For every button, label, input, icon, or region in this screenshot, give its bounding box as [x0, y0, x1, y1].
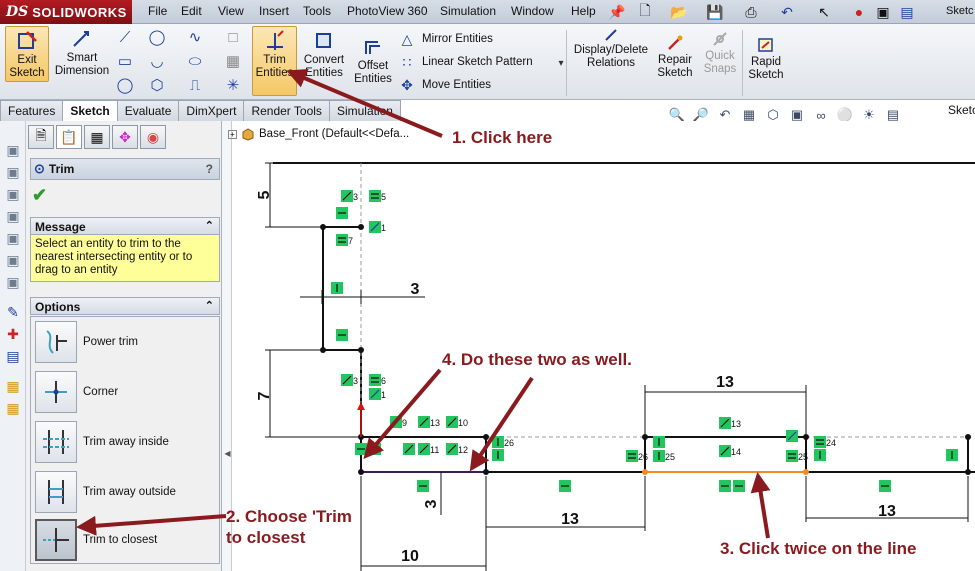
sketch-point[interactable]: [965, 434, 971, 440]
relation-glyph[interactable]: [786, 450, 798, 462]
relation-glyph[interactable]: [719, 445, 731, 457]
relation-glyph[interactable]: [417, 480, 429, 492]
relation-glyph[interactable]: [492, 449, 504, 461]
relation-number: 26: [504, 438, 514, 448]
relation-glyph[interactable]: [336, 207, 348, 219]
relation-number: 7: [348, 236, 353, 246]
sketch-point[interactable]: [320, 347, 326, 353]
callout-step-3: 3. Click twice on the line: [720, 539, 917, 558]
relation-number: 11: [430, 445, 439, 455]
relation-number: 13: [430, 418, 440, 428]
sketch-canvas: 3 5 1 7 3 6 1 9 13 10 11 12 26 26 25 13 …: [76, 68, 975, 571]
relation-glyph[interactable]: [719, 480, 731, 492]
sketch-point[interactable]: [358, 224, 364, 230]
dimension-value[interactable]: 13: [716, 374, 734, 391]
dimension-value[interactable]: 13: [561, 511, 579, 528]
relation-glyph[interactable]: [418, 443, 430, 455]
sketch-origin: [357, 402, 365, 437]
relation-glyph[interactable]: [653, 436, 665, 448]
relation-glyph[interactable]: [559, 480, 571, 492]
sketch-point[interactable]: [803, 469, 809, 475]
sketch-point[interactable]: [483, 469, 489, 475]
callout-step-4: 4. Do these two as well.: [442, 350, 632, 369]
relation-glyph[interactable]: [369, 190, 381, 202]
relation-glyph[interactable]: [331, 282, 343, 294]
dimension-value[interactable]: 13: [878, 503, 896, 520]
relation-number: 6: [381, 376, 386, 386]
relation-glyph[interactable]: [446, 416, 458, 428]
sketch-point[interactable]: [965, 469, 971, 475]
relation-glyph[interactable]: [403, 443, 415, 455]
relation-number: 14: [731, 447, 741, 457]
relation-glyph[interactable]: [336, 234, 348, 246]
relation-number: 12: [458, 445, 468, 455]
relation-glyph[interactable]: [369, 221, 381, 233]
relation-glyph[interactable]: [879, 480, 891, 492]
relation-glyph[interactable]: [814, 449, 826, 461]
relation-glyph[interactable]: [369, 374, 381, 386]
sketch-point[interactable]: [642, 434, 648, 440]
relation-glyph[interactable]: [719, 417, 731, 429]
relation-glyph[interactable]: [626, 450, 638, 462]
relation-number: 26: [638, 452, 648, 462]
relation-glyph[interactable]: [946, 449, 958, 461]
relation-glyph[interactable]: [369, 388, 381, 400]
relation-number: 25: [798, 452, 808, 462]
sketch-point[interactable]: [358, 469, 364, 475]
dimension-value[interactable]: 7: [256, 391, 273, 400]
tutorial-arrows: [76, 68, 771, 539]
sketch-profile: [273, 162, 975, 473]
relation-glyph[interactable]: [355, 443, 367, 455]
relation-glyph[interactable]: [653, 450, 665, 462]
callout-step-1: 1. Click here: [452, 128, 553, 147]
relation-number: 1: [381, 390, 386, 400]
relation-number: 24: [826, 438, 836, 448]
relation-number: 5: [381, 192, 386, 202]
relation-glyph[interactable]: [336, 329, 348, 341]
relation-number: 3: [353, 376, 358, 386]
dimension-value[interactable]: 10: [401, 548, 419, 565]
relation-glyph[interactable]: [341, 374, 353, 386]
dimension-value[interactable]: 5: [256, 190, 273, 199]
relation-number: 9: [402, 418, 407, 428]
construction-lines: [360, 163, 968, 438]
relation-number: 13: [731, 419, 741, 429]
relation-glyph[interactable]: [341, 190, 353, 202]
arrow-to-highlighted-line: [750, 472, 771, 539]
sketch-point[interactable]: [358, 347, 364, 353]
sketch-point[interactable]: [642, 469, 648, 475]
relation-glyph[interactable]: [814, 436, 826, 448]
relation-number: 3: [353, 192, 358, 202]
dimension-value[interactable]: 3: [411, 281, 420, 298]
relation-glyph[interactable]: [418, 416, 430, 428]
sketch-point[interactable]: [320, 224, 326, 230]
relation-number: 1: [381, 223, 386, 233]
relation-glyph[interactable]: [446, 443, 458, 455]
arrow-to-trim-to-closest: [76, 514, 227, 536]
sketch-point[interactable]: [803, 434, 809, 440]
relation-glyph[interactable]: [733, 480, 745, 492]
relation-glyph[interactable]: [786, 430, 798, 442]
relation-number: 10: [458, 418, 468, 428]
callout-step-2: 2. Choose 'Trim to closest: [226, 507, 352, 547]
sketch-point[interactable]: [483, 434, 489, 440]
arrow-to-trim-button: [286, 68, 443, 138]
dimension-value[interactable]: 3: [423, 499, 440, 508]
relation-number: 25: [665, 452, 675, 462]
